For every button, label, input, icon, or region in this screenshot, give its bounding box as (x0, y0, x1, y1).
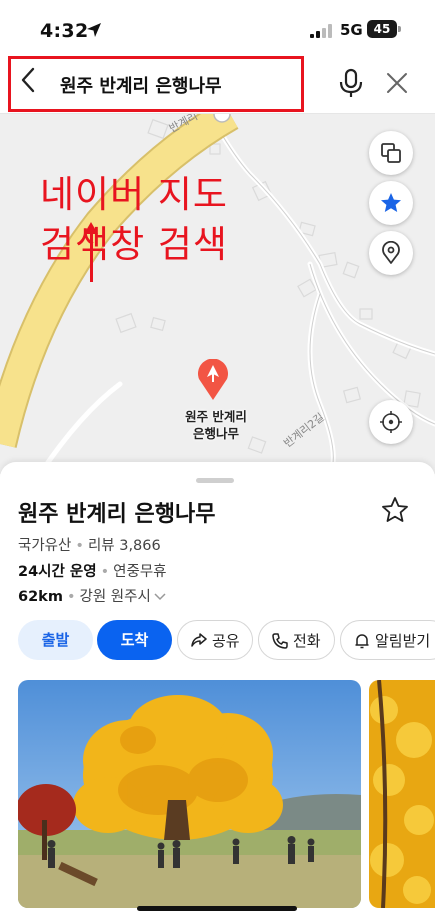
my-location-button[interactable] (369, 400, 413, 444)
chevron-down-icon (154, 593, 166, 601)
star-filled-icon (381, 193, 401, 212)
share-label: 공유 (212, 632, 240, 650)
status-time: 4:32 (40, 20, 89, 42)
place-hours-line: 24시간 운영 • 연중무휴 (18, 564, 167, 580)
place-reviews[interactable]: 리뷰 3,866 (88, 538, 161, 554)
call-label: 전화 (293, 632, 321, 650)
home-indicator[interactable] (137, 906, 297, 911)
place-meta-line: 국가유산 • 리뷰 3,866 (18, 538, 161, 554)
share-icon (191, 633, 207, 647)
crosshair-icon (380, 411, 402, 433)
call-button[interactable]: 전화 (258, 620, 335, 660)
battery-tip (398, 26, 401, 32)
place-hours: 24시간 운영 (18, 564, 97, 580)
depart-button[interactable]: 출발 (18, 620, 93, 660)
place-region: 강원 원주시 (79, 589, 151, 605)
place-category: 국가유산 (18, 538, 72, 554)
arrive-button[interactable]: 도착 (97, 620, 172, 660)
place-title: 원주 반계리 은행나무 (18, 502, 216, 527)
pin-label: 원주 반계리 은행나무 (168, 408, 264, 442)
signal-icon (310, 24, 332, 38)
search-bar: 원주 반계리 은행나무 (0, 54, 435, 114)
save-star-icon[interactable] (380, 495, 410, 525)
share-button[interactable]: 공유 (177, 620, 253, 660)
place-distance: 62km (18, 589, 63, 605)
place-bottom-sheet[interactable]: 원주 반계리 은행나무 국가유산 • 리뷰 3,866 24시간 운영 • 연중무휴 6… (0, 462, 435, 920)
pin-label-line2: 은행나무 (192, 426, 239, 441)
phone-icon (272, 633, 288, 649)
network-type: 5G (340, 21, 363, 39)
close-icon[interactable] (384, 70, 410, 96)
pin-label-line1: 원주 반계리 (185, 409, 247, 424)
map-favorites-button[interactable] (369, 181, 413, 225)
status-bar: 4:32 5G 45 (0, 0, 435, 54)
back-chevron-icon[interactable] (18, 66, 40, 94)
location-pin-icon (382, 241, 400, 264)
ginkgo-closeup-photo (369, 680, 435, 908)
location-arrow-icon (87, 23, 101, 37)
notify-label: 알림받기 (375, 632, 431, 650)
microphone-icon[interactable] (338, 68, 364, 98)
place-hours-note: 연중무휴 (113, 564, 167, 580)
map-view[interactable]: 반계리 반계리2길 원주 반계리 은행나무 네이버 지도 검색창 검색 (0, 114, 435, 474)
sheet-drag-handle[interactable] (196, 478, 234, 483)
place-photo-next[interactable] (369, 680, 435, 908)
place-pin-icon[interactable] (193, 359, 233, 401)
ginkgo-tree-photo (18, 680, 361, 908)
bell-plus-icon (355, 634, 369, 649)
annotation-line1: 네이버 지도 (40, 173, 228, 216)
annotation-text: 네이버 지도 검색창 검색 (40, 170, 228, 270)
place-photo-main[interactable] (18, 680, 361, 908)
map-layers-button[interactable] (369, 131, 413, 175)
annotation-line2: 검색창 검색 (40, 223, 228, 266)
notify-button[interactable]: 알림받기 (340, 620, 435, 660)
layers-icon (381, 143, 401, 163)
place-distance-line[interactable]: 62km • 강원 원주시 (18, 585, 166, 606)
search-input[interactable]: 원주 반계리 은행나무 (60, 72, 222, 98)
map-location-pin-button[interactable] (369, 231, 413, 275)
battery-icon: 45 (367, 20, 397, 38)
